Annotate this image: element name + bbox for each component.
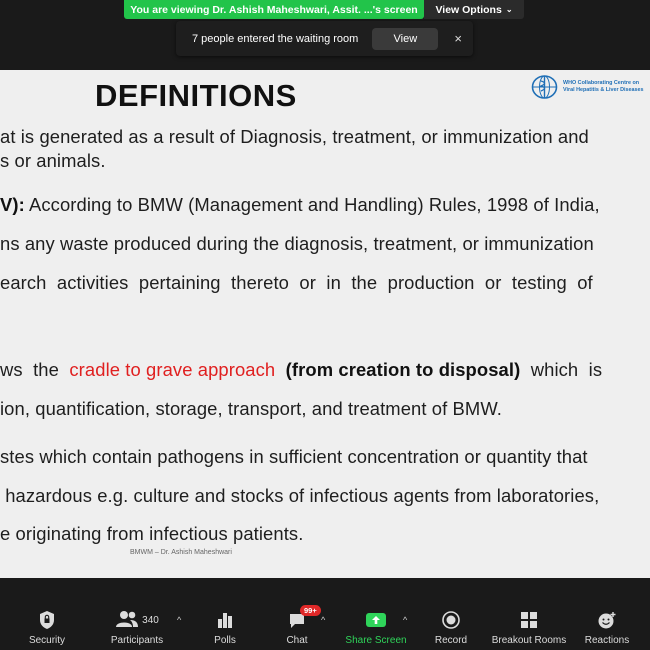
chat-caret-icon[interactable]: ^: [321, 615, 325, 625]
polls-button[interactable]: Polls: [212, 598, 238, 650]
chat-button[interactable]: 99+ Chat: [284, 598, 321, 650]
participants-caret-icon[interactable]: ^: [177, 615, 181, 625]
security-button[interactable]: Security: [28, 598, 66, 650]
screen-share-banner: You are viewing Dr. Ashish Maheshwari, A…: [124, 0, 424, 19]
view-options-label: View Options: [435, 3, 502, 16]
meeting-toolbar: Security 340 Participants ^ Polls 99+ Ch…: [0, 598, 650, 650]
polls-icon: [217, 608, 233, 632]
waiting-room-notification: 7 people entered the waiting room View ×: [176, 21, 473, 56]
reactions-smiley-icon: [597, 608, 617, 632]
participants-button[interactable]: 340 Participants: [106, 598, 168, 650]
slide-text-line: e originating from infectious patients.: [0, 523, 304, 544]
share-screen-button[interactable]: Share Screen: [344, 598, 408, 650]
reactions-button[interactable]: Reactions: [584, 598, 630, 650]
participants-count: 340: [142, 614, 159, 626]
breakout-rooms-icon: [520, 608, 538, 632]
highlighted-phrase: cradle to grave approach: [69, 359, 276, 380]
share-screen-caret-icon[interactable]: ^: [403, 615, 407, 625]
slide-text-line: hazardous e.g. culture and stocks of inf…: [0, 485, 600, 506]
view-options-button[interactable]: View Options ⌄: [424, 0, 524, 19]
slide-text-line: ns any waste produced during the diagnos…: [0, 233, 594, 254]
notification-view-button[interactable]: View: [372, 27, 439, 50]
slide-text-line: V): According to BMW (Management and Han…: [0, 194, 600, 215]
record-button[interactable]: Record: [434, 598, 468, 650]
sharing-status-text: You are viewing Dr. Ashish Maheshwari, A…: [130, 3, 418, 16]
slide-title: DEFINITIONS: [95, 78, 297, 113]
shared-slide: DEFINITIONS WHO Collaborating Centre on …: [0, 70, 650, 578]
shield-icon: [38, 608, 56, 632]
who-logo: WHO Collaborating Centre on Viral Hepati…: [530, 74, 644, 100]
slide-text-line: ion, quantification, storage, transport,…: [0, 398, 502, 419]
close-icon[interactable]: ×: [454, 31, 462, 46]
slide-text-line: ws the cradle to grave approach (from cr…: [0, 359, 603, 380]
slide-text-line: at is generated as a result of Diagnosis…: [0, 126, 589, 147]
who-emblem-icon: [530, 74, 559, 100]
notification-message: 7 people entered the waiting room: [192, 32, 359, 45]
chevron-down-icon: ⌄: [505, 5, 513, 14]
slide-footer: BMWM – Dr. Ashish Maheshwari: [130, 549, 232, 556]
record-icon: [442, 608, 460, 632]
slide-text-line: s or animals.: [0, 150, 106, 171]
chat-unread-badge: 99+: [300, 605, 321, 616]
breakout-rooms-button[interactable]: Breakout Rooms: [491, 598, 567, 650]
slide-text-line: stes which contain pathogens in sufficie…: [0, 446, 588, 467]
chat-icon: 99+: [288, 605, 321, 632]
participants-icon: [115, 610, 139, 631]
share-screen-icon: [365, 608, 387, 632]
who-logo-text: WHO Collaborating Centre on Viral Hepati…: [563, 80, 644, 93]
slide-text-line: earch activities pertaining thereto or i…: [0, 272, 593, 293]
